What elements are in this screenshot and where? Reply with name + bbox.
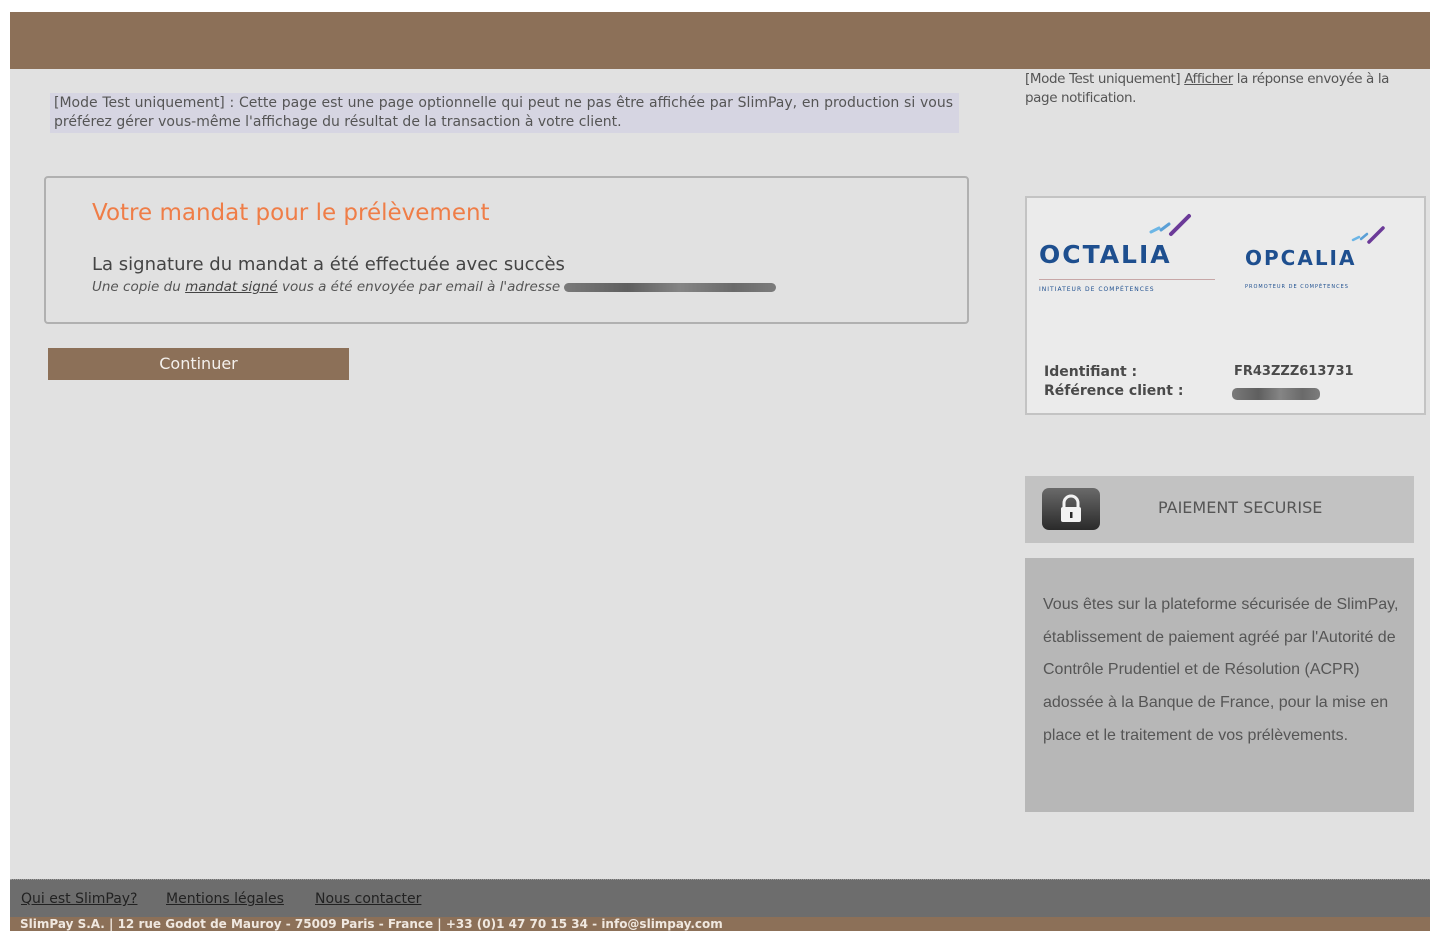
continue-button[interactable]: Continuer — [48, 348, 349, 380]
identifier-label: Identifiant : — [1044, 364, 1138, 380]
show-notification-link[interactable]: Afficher — [1184, 71, 1233, 87]
mandate-result-panel: Votre mandat pour le prélèvement La sign… — [44, 176, 969, 324]
redacted-client-reference — [1232, 388, 1320, 400]
creditor-panel: OCTALIA INITIATEUR DE COMPÉTENCES OPCALI… — [1025, 196, 1426, 415]
opcalia-logo: OPCALIA PROMOTEUR DE COMPÉTENCES — [1245, 226, 1395, 290]
footer-links-bar: Qui est SlimPay? Mentions légales Nous c… — [10, 879, 1430, 918]
mandate-copy-suffix: vous a été envoyée par email à l'adresse — [281, 279, 561, 295]
redacted-email — [564, 282, 777, 292]
mandate-title: Votre mandat pour le prélèvement — [92, 200, 490, 226]
mandate-copy-prefix: Une copie du — [92, 279, 181, 295]
footer-link-about-slimpay[interactable]: Qui est SlimPay? — [21, 891, 138, 907]
octalia-tagline: INITIATEUR DE COMPÉTENCES — [1039, 286, 1155, 293]
footer-link-legal-notice[interactable]: Mentions légales — [166, 891, 284, 907]
secure-payment-label: PAIEMENT SECURISE — [1158, 498, 1323, 517]
secure-platform-info: Vous êtes sur la plateforme sécurisée de… — [1025, 558, 1414, 812]
octalia-divider — [1039, 279, 1215, 280]
identifier-value: FR43ZZZ613731 — [1234, 364, 1354, 379]
test-mode-notification-notice: [Mode Test uniquement] Afficher la répon… — [1025, 70, 1405, 108]
octalia-swoosh-icon — [1149, 214, 1191, 236]
test-mode-notice-text: [Mode Test uniquement] : Cette page est … — [54, 95, 953, 130]
opcalia-swoosh-icon — [1351, 226, 1385, 244]
signed-mandate-link[interactable]: mandat signé — [185, 279, 278, 295]
opcalia-tagline: PROMOTEUR DE COMPÉTENCES — [1245, 284, 1349, 290]
mandate-copy-notice: Une copie du mandat signé vous a été env… — [92, 279, 777, 295]
octalia-wordmark: OCTALIA — [1039, 240, 1172, 269]
footer-link-contact[interactable]: Nous contacter — [315, 891, 421, 907]
secure-payment-banner: PAIEMENT SECURISE — [1025, 476, 1414, 543]
client-reference-label: Référence client : — [1044, 383, 1184, 399]
octalia-logo: OCTALIA INITIATEUR DE COMPÉTENCES — [1039, 214, 1215, 293]
lock-icon — [1042, 488, 1100, 530]
test-mode-prefix: [Mode Test uniquement] — [1025, 71, 1181, 87]
footer-company-address: SlimPay S.A. | 12 rue Godot de Mauroy - … — [10, 917, 1430, 931]
page: [Mode Test uniquement] : Cette page est … — [10, 12, 1430, 931]
header-bar — [10, 12, 1430, 69]
mandate-success-message: La signature du mandat a été effectuée a… — [92, 254, 565, 275]
test-mode-notice: [Mode Test uniquement] : Cette page est … — [50, 93, 959, 133]
